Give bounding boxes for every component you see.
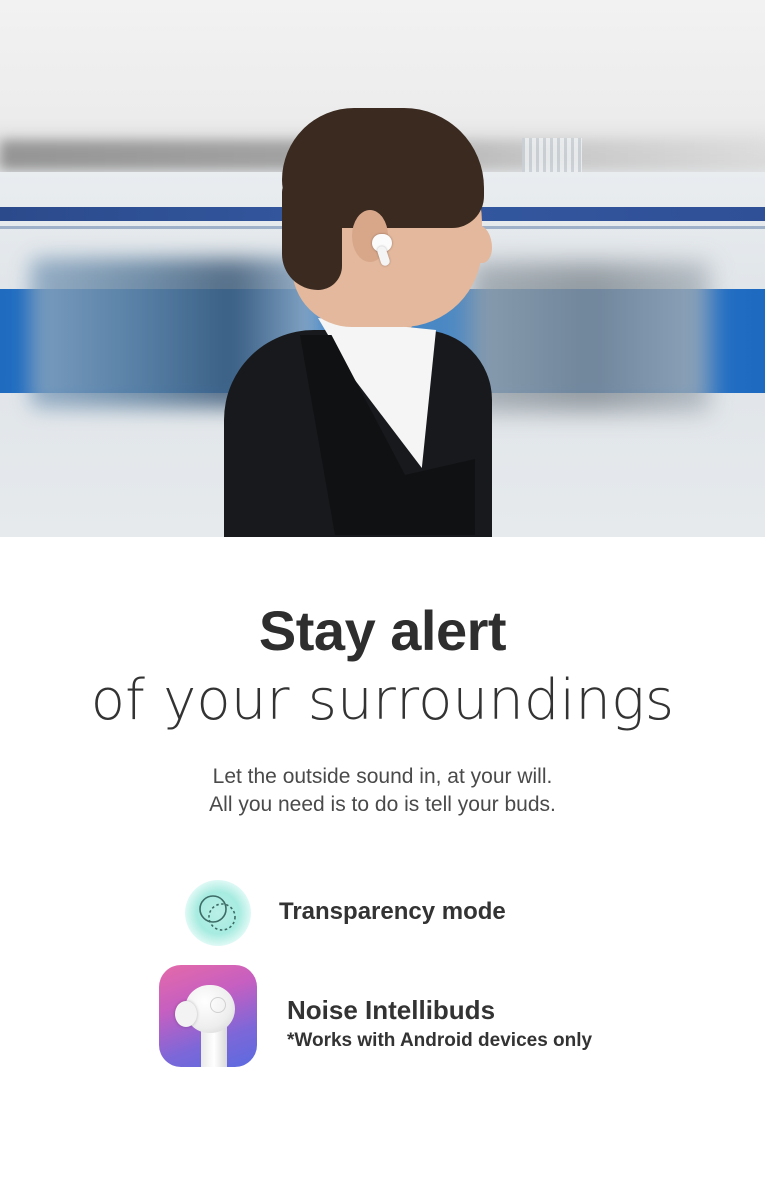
headline-bold: Stay alert <box>258 599 507 662</box>
transparency-mode-label: Transparency mode <box>279 898 506 925</box>
app-icon-bud-sensor <box>210 997 226 1013</box>
man-figure <box>0 0 765 537</box>
noise-app-icon <box>159 965 257 1067</box>
android-only-note: *Works with Android devices only <box>287 1030 593 1051</box>
subtitle-line-2: All you need is to do is tell your buds. <box>209 793 556 816</box>
hero-image <box>0 0 765 537</box>
noise-intellibuds-label: Noise Intellibuds <box>287 995 496 1025</box>
hair-back <box>282 180 342 290</box>
nose <box>468 225 492 263</box>
transparency-mode-icon <box>185 880 251 946</box>
app-icon-bud-tip <box>175 1001 197 1027</box>
subtitle-line-1: Let the outside sound in, at your will. <box>212 765 553 788</box>
headline-light: of your surroundings <box>90 668 675 733</box>
